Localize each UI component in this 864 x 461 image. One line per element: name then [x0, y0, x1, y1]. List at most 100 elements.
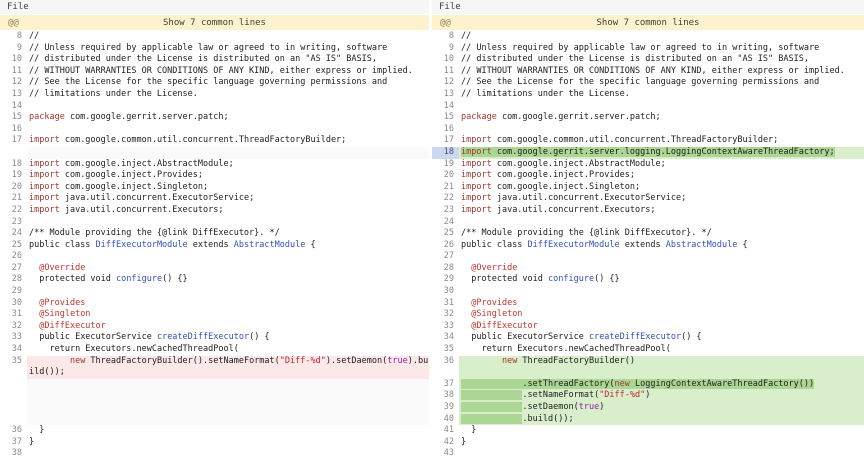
line-number[interactable]: 16	[0, 124, 27, 136]
line-number[interactable]: 35	[0, 356, 27, 379]
code-line: public class DiffExecutorModule extends …	[459, 240, 864, 252]
line-number[interactable]: 40	[432, 414, 459, 426]
diff-line: 37 .setThreadFactory(new LoggingContextA…	[432, 379, 864, 391]
line-number[interactable]: 23	[432, 205, 459, 217]
line-number[interactable]: 30	[432, 286, 459, 298]
line-number[interactable]: 36	[0, 425, 27, 437]
line-number[interactable]: 8	[0, 31, 27, 43]
line-number[interactable]: 32	[432, 309, 459, 321]
code-segment: DiffExecutorModule	[96, 240, 188, 250]
code-segment: )	[599, 402, 604, 412]
line-number[interactable]: 35	[432, 344, 459, 356]
code-segment: // See the License for the specific lang…	[461, 77, 819, 87]
line-number[interactable]: 28	[0, 274, 27, 286]
line-number[interactable]: 15	[0, 112, 27, 124]
code-segment: createDiffExecutor	[157, 332, 249, 342]
line-number[interactable]: 23	[0, 217, 27, 229]
show-common-lines-button[interactable]: Show 7 common lines	[0, 18, 429, 28]
line-number[interactable]: 21	[0, 193, 27, 205]
diff-line: 16	[432, 124, 864, 136]
line-number[interactable]: 19	[432, 159, 459, 171]
code-segment: @DiffExecutor	[471, 321, 538, 331]
code-segment: .build());	[522, 414, 573, 424]
line-number[interactable]: 15	[432, 112, 459, 124]
code-segment: java.util.concurrent.Executors;	[492, 205, 656, 215]
line-number[interactable]: 26	[0, 251, 27, 263]
code-segment: new	[615, 379, 630, 389]
show-common-lines-button[interactable]: Show 7 common lines	[432, 18, 864, 28]
line-number[interactable]: 37	[0, 437, 27, 449]
line-number[interactable]: 30	[0, 298, 27, 310]
line-number[interactable]: 29	[432, 274, 459, 286]
line-number[interactable]: 16	[432, 124, 459, 136]
line-number[interactable]: 27	[0, 263, 27, 275]
line-number[interactable]: 28	[432, 263, 459, 275]
line-number[interactable]: 34	[0, 344, 27, 356]
line-number[interactable]: 36	[432, 356, 459, 379]
code-line: new ThreadFactoryBuilder().setNameFormat…	[27, 356, 429, 379]
line-number[interactable]: 8	[432, 31, 459, 43]
line-number[interactable]: 27	[432, 251, 459, 263]
line-number[interactable]: 14	[0, 101, 27, 113]
code-line	[459, 286, 864, 298]
line-number[interactable]: 33	[0, 332, 27, 344]
line-number[interactable]: 31	[0, 309, 27, 321]
line-number[interactable]: 10	[432, 54, 459, 66]
code-rows-right: 8//9// Unless required by applicable law…	[432, 31, 864, 461]
line-number[interactable]: 11	[0, 66, 27, 78]
line-number[interactable]: 26	[432, 240, 459, 252]
line-number[interactable]: 18	[432, 147, 459, 159]
line-number[interactable]: 13	[432, 89, 459, 101]
line-number[interactable]: 14	[432, 101, 459, 113]
line-number[interactable]: 11	[432, 66, 459, 78]
line-number[interactable]: 34	[432, 332, 459, 344]
code-segment: import	[29, 159, 60, 169]
diff-filler-line	[0, 402, 429, 414]
line-number[interactable]: 32	[0, 321, 27, 333]
line-number[interactable]: 9	[0, 43, 27, 55]
line-number[interactable]: 22	[432, 193, 459, 205]
code-line: // See the License for the specific lang…	[459, 77, 864, 89]
line-number[interactable]: 25	[0, 240, 27, 252]
line-number[interactable]: 17	[0, 135, 27, 147]
line-number[interactable]: 12	[432, 77, 459, 89]
line-number[interactable]: 41	[432, 425, 459, 437]
line-number[interactable]: 37	[432, 379, 459, 391]
line-number[interactable]: 12	[0, 77, 27, 89]
code-segment: //	[29, 31, 39, 41]
line-number[interactable]: 10	[0, 54, 27, 66]
line-number[interactable]: 24	[432, 217, 459, 229]
line-number[interactable]: 25	[432, 228, 459, 240]
line-number[interactable]: 19	[0, 170, 27, 182]
line-number[interactable]: 31	[432, 298, 459, 310]
diff-line: 20import com.google.inject.Singleton;	[0, 182, 429, 194]
diff-line: 43	[432, 448, 864, 460]
line-number[interactable]: 29	[0, 286, 27, 298]
line-number[interactable]: 42	[432, 437, 459, 449]
code-segment: import	[29, 205, 60, 215]
code-line: return Executors.newCachedThreadPool(	[27, 344, 429, 356]
code-line: }	[27, 425, 429, 437]
line-number[interactable]: 20	[432, 170, 459, 182]
line-number[interactable]: 33	[432, 321, 459, 333]
diff-line: 24	[432, 217, 864, 229]
line-number[interactable]: 39	[432, 402, 459, 414]
line-number[interactable]: 22	[0, 205, 27, 217]
diff-line: 16	[0, 124, 429, 136]
line-number[interactable]: 18	[0, 159, 27, 171]
line-number[interactable]: 24	[0, 228, 27, 240]
line-number[interactable]: 21	[432, 182, 459, 194]
line-number[interactable]: 43	[432, 448, 459, 460]
diff-line: 22import java.util.concurrent.ExecutorSe…	[432, 193, 864, 205]
diff-line: 25/** Module providing the {@link DiffEx…	[432, 228, 864, 240]
line-number[interactable]: 38	[0, 448, 27, 460]
line-number[interactable]: 9	[432, 43, 459, 55]
line-number[interactable]: 13	[0, 89, 27, 101]
diff-line: 38 .setNameFormat("Diff-%d")	[432, 390, 864, 402]
line-number[interactable]: 38	[432, 390, 459, 402]
line-number[interactable]: 17	[432, 135, 459, 147]
code-segment: "Diff-%d"	[599, 390, 645, 400]
line-number[interactable]: 20	[0, 182, 27, 194]
code-line: return Executors.newCachedThreadPool(	[459, 344, 864, 356]
code-segment: () {}	[594, 274, 620, 284]
